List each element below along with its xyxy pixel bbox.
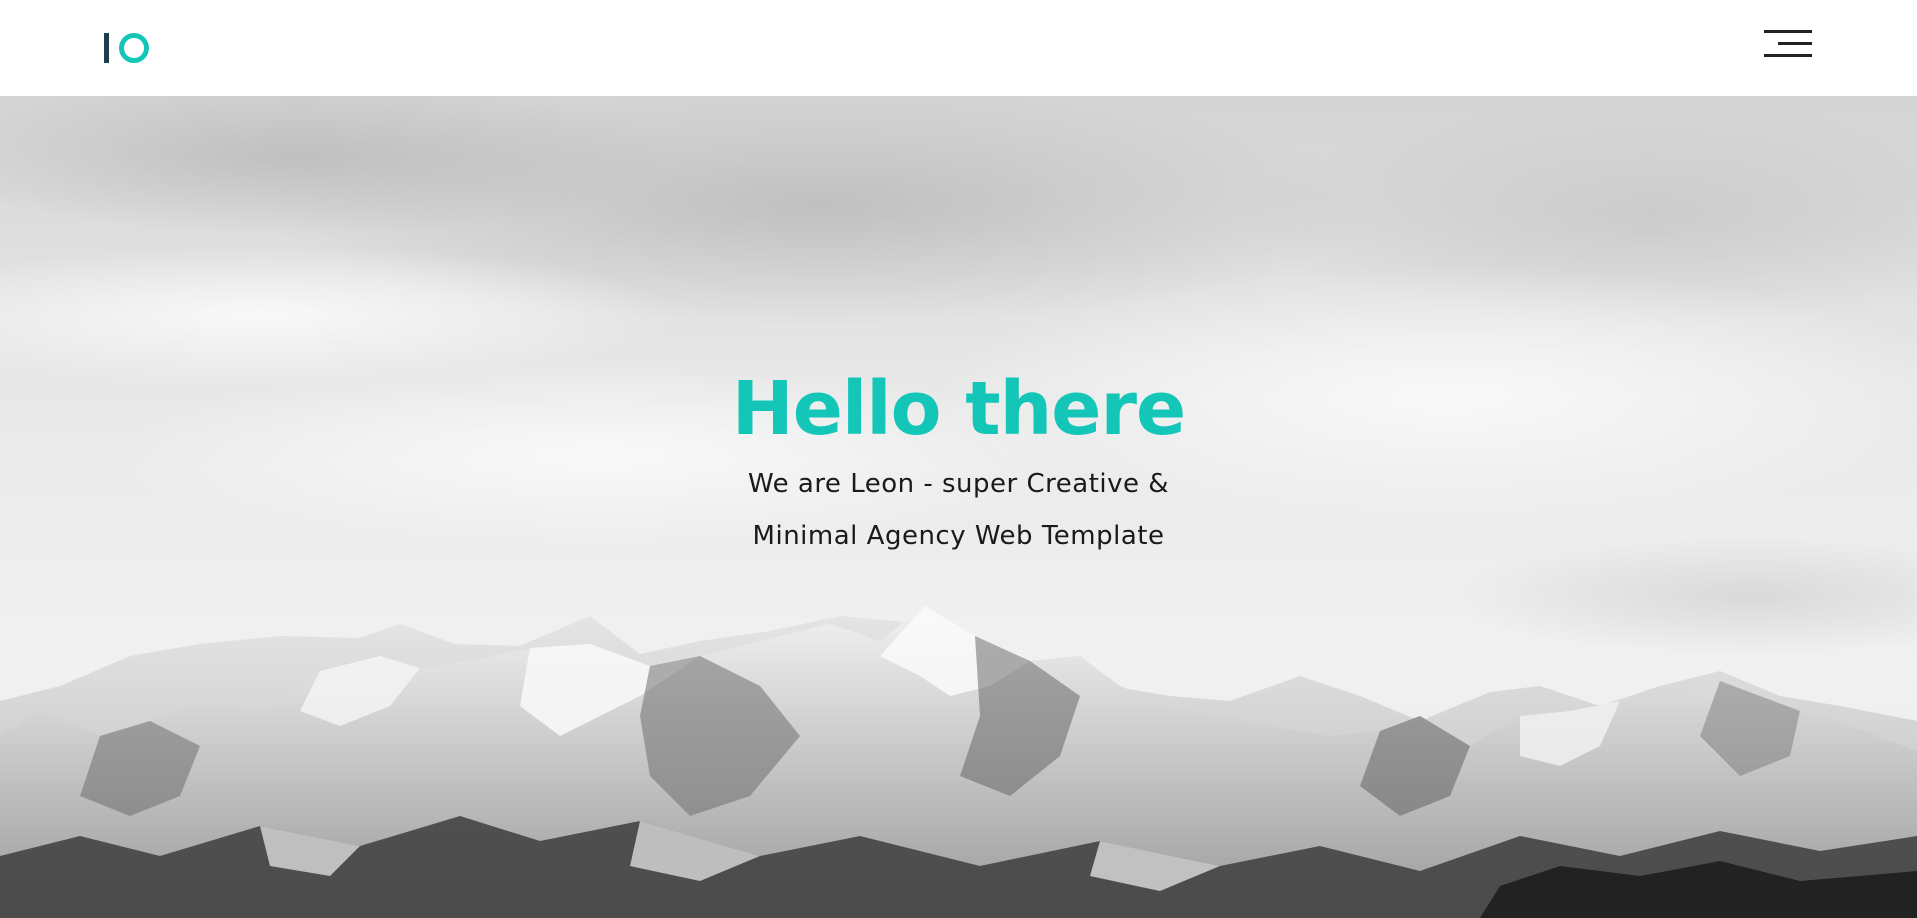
menu-line — [1764, 30, 1812, 33]
hero-subtitle-line: We are Leon - super Creative & — [747, 469, 1170, 499]
menu-line — [1778, 42, 1812, 45]
logo-bar-mark — [104, 33, 109, 63]
logo-ring-mark — [119, 33, 149, 63]
menu-line — [1764, 54, 1812, 57]
hero-title: Hello there — [731, 366, 1186, 452]
hero-content: Hello there We are Leon - super Creative… — [0, 366, 1917, 562]
page: Hello there We are Leon - super Creative… — [0, 0, 1917, 918]
hamburger-menu-icon[interactable] — [1764, 30, 1812, 60]
hero-subtitle: We are Leon - super Creative & Minimal A… — [649, 458, 1269, 562]
logo[interactable] — [104, 32, 149, 64]
hero-subtitle-line: Minimal Agency Web Template — [752, 521, 1165, 551]
site-header — [0, 0, 1917, 96]
hero-section: Hello there We are Leon - super Creative… — [0, 96, 1917, 918]
